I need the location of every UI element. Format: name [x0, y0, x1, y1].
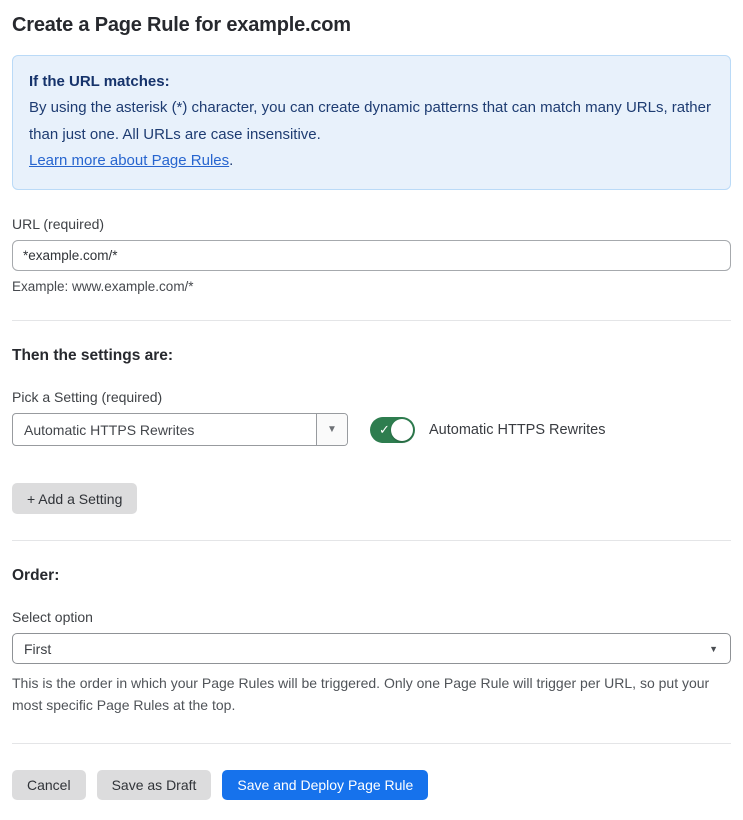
- setting-row: Automatic HTTPS Rewrites ▼ ✓ Automatic H…: [12, 413, 731, 446]
- info-box-link-line: Learn more about Page Rules.: [29, 148, 714, 174]
- add-setting-button[interactable]: + Add a Setting: [12, 483, 138, 514]
- divider: [12, 320, 731, 321]
- info-box-body: By using the asterisk (*) character, you…: [29, 99, 711, 143]
- pick-setting-label: Pick a Setting (required): [12, 389, 163, 405]
- toggle-knob: [391, 418, 413, 441]
- learn-more-link[interactable]: Learn more about Page Rules: [29, 152, 229, 169]
- https-rewrites-toggle[interactable]: ✓: [370, 416, 415, 443]
- settings-section-heading: Then the settings are:: [12, 347, 174, 364]
- caret-down-icon: ▼: [327, 424, 337, 435]
- link-suffix: .: [229, 151, 234, 169]
- order-helper-text: This is the order in which your Page Rul…: [12, 675, 710, 714]
- order-section-heading: Order:: [12, 567, 60, 584]
- divider: [12, 742, 731, 744]
- setting-select[interactable]: Automatic HTTPS Rewrites ▼: [12, 413, 348, 446]
- order-select-label: Select option: [12, 609, 93, 625]
- toggle-label: Automatic HTTPS Rewrites: [429, 421, 606, 438]
- setting-select-value: Automatic HTTPS Rewrites: [24, 421, 195, 438]
- info-box-heading: If the URL matches:: [29, 73, 170, 90]
- url-matches-info-box: If the URL matches: By using the asteris…: [12, 55, 731, 190]
- divider: [12, 540, 731, 541]
- save-as-draft-button[interactable]: Save as Draft: [96, 769, 212, 800]
- footer-actions: Cancel Save as Draft Save and Deploy Pag…: [12, 769, 731, 800]
- url-field-label: URL (required): [12, 216, 105, 232]
- setting-select-arrow-button[interactable]: ▼: [316, 414, 347, 445]
- order-select[interactable]: First ▼: [12, 633, 731, 664]
- save-and-deploy-button[interactable]: Save and Deploy Page Rule: [222, 769, 429, 800]
- check-icon: ✓: [379, 421, 390, 437]
- cancel-button[interactable]: Cancel: [12, 769, 86, 800]
- url-input[interactable]: [12, 240, 731, 271]
- page-title: Create a Page Rule for example.com: [12, 14, 351, 36]
- caret-down-icon: ▼: [709, 643, 718, 654]
- url-field-helper: Example: www.example.com/*: [12, 279, 194, 294]
- order-select-value: First: [24, 640, 52, 657]
